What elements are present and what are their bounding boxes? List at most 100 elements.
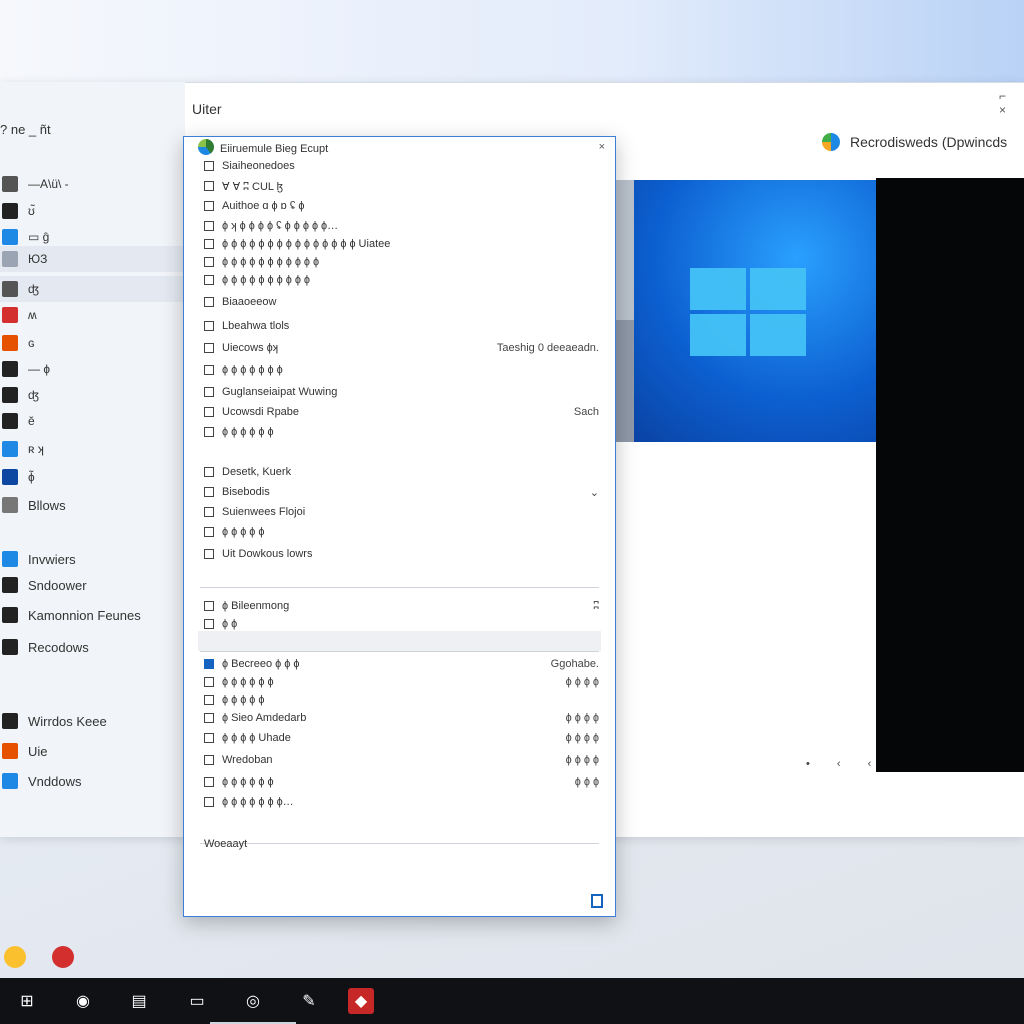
setting-row[interactable]: ɸ ɸ ɸ ɸ ɸ ɸ ɸ (204, 361, 599, 379)
sidebar-item[interactable]: ЮЗ (0, 246, 185, 272)
feature-row[interactable]: ɸ ɸ ɸ ɸ ɸ (204, 691, 599, 709)
dialog-close-button[interactable]: × (599, 141, 605, 153)
setting-row[interactable]: Guglanseiaipat Wuwing (204, 383, 599, 401)
feature-label: ɸ ɸ ɸ ɸ ɸ ɸ (222, 676, 274, 688)
checkbox[interactable] (204, 755, 214, 765)
checkbox[interactable] (204, 677, 214, 687)
setting-row[interactable]: ɸ ɸ ɸ ɸ ɸ ɸ ɸ ɸ ɸ ɸ ɸ ɸ ɸ ɸ ɸ Uiatee (204, 235, 599, 253)
feature-label: Wredoban (222, 754, 273, 766)
taskbar-mail-icon[interactable]: ▭ (184, 988, 210, 1014)
setting-row[interactable]: Biaaoeeow (204, 293, 599, 311)
sidebar-item-label: Invwiers (28, 551, 76, 567)
checkbox[interactable] (204, 387, 214, 397)
checkbox[interactable] (204, 407, 214, 417)
sidebar-item-label: ʤ (28, 282, 39, 296)
dialog-title: Eiiruemule Bieg Ecupt (220, 143, 329, 155)
taskbar-pen-icon[interactable]: ✎ (296, 988, 322, 1014)
sidebar-item[interactable]: —A\ü\ - (0, 171, 185, 197)
feature-row[interactable]: ɸ ɸ ɸ ɸ ɸ ɸɸ ɸ ɸ ɸ (204, 673, 599, 691)
checkbox[interactable] (204, 467, 214, 477)
setting-row[interactable]: Auithoe ɑ ɸ ɒ ʢ ɸ (204, 197, 599, 215)
feature-row[interactable]: ɸ ɸ ɸ ɸ ɸ ɸɸ ɸ ɸ (204, 773, 599, 791)
sidebar-item[interactable]: Recodows (0, 634, 185, 660)
checkbox[interactable] (204, 695, 214, 705)
checkbox[interactable] (204, 321, 214, 331)
setting-row[interactable]: Ucowsdi Rpabe Sach (204, 403, 599, 421)
tray-app-icon[interactable] (52, 946, 74, 968)
checkbox[interactable] (204, 713, 214, 723)
sidebar-item-label: — ɸ (28, 362, 50, 376)
sidebar-item[interactable]: Bllows (0, 492, 185, 518)
setting-row[interactable]: Siaiheonedoes (204, 157, 599, 175)
sidebar-item[interactable]: Wirrdos Keee (0, 708, 185, 734)
taskbar-file-explorer-icon[interactable]: ▤ (126, 988, 152, 1014)
sidebar-item[interactable]: — ɸ (0, 356, 185, 382)
feature-row[interactable]: ɸ Becreeo ɸ ɸ ɸ Ggohabe. (204, 655, 599, 673)
sidebar-item-label: ʀ ʞ (28, 442, 44, 456)
close-button[interactable]: × (999, 103, 1006, 117)
setting-row[interactable]: Ɐ Ɐ ʭ CUL ɮ (204, 177, 599, 195)
checkbox[interactable] (204, 257, 214, 267)
setting-row[interactable]: Desetk, Kuerk (204, 463, 599, 481)
setting-row[interactable]: ɸ ɸ ɸ ɸ ɸ ɸ ɸ ɸ ɸ ɸ ɸ (204, 253, 599, 271)
tray-app-icon[interactable] (4, 946, 26, 968)
sidebar-item[interactable]: ɸ̃ (0, 464, 185, 490)
setting-row[interactable]: ɸ ɸ ɸ ɸ ɸ (204, 523, 599, 541)
taskbar-store-icon[interactable]: ◎ (210, 988, 296, 1024)
setting-row[interactable]: Bisebodis ⌄ (204, 483, 599, 501)
checkbox[interactable] (204, 239, 214, 249)
dialog-corner-icon[interactable] (591, 894, 603, 908)
sidebar-item[interactable]: ʤ (0, 382, 185, 408)
taskbar-edge-icon[interactable]: ◉ (70, 988, 96, 1014)
sidebar-item[interactable]: Vnddows (0, 768, 185, 794)
feature-row[interactable]: ɸ ɸ ɸ ɸ ɸ ɸ ɸ… (204, 793, 599, 811)
checkbox[interactable] (204, 201, 214, 211)
checkbox[interactable] (204, 343, 214, 353)
sidebar-item[interactable]: Invwiers (0, 546, 185, 572)
checkbox[interactable] (204, 777, 214, 787)
setting-row[interactable]: Uit Dowkous lowrs (204, 545, 599, 563)
setting-row[interactable]: Uiecows ɸʞ Taeshig 0 deeaeadn. (204, 339, 599, 357)
setting-row[interactable]: Lbeahwa tlols (204, 317, 599, 335)
checkbox[interactable] (204, 181, 214, 191)
sidebar-item[interactable]: Sndoower (0, 572, 185, 598)
sidebar-item[interactable]: ĕ (0, 408, 185, 434)
taskbar-app-red-icon[interactable]: ◆ (348, 988, 374, 1014)
window-controls[interactable]: ⌐ × (999, 89, 1006, 117)
feature-row[interactable]: ɸ ɸ ɸ ɸ Uhade ɸ ɸ ɸ ɸ (204, 729, 599, 747)
sidebar-item[interactable]: ɢ (0, 330, 185, 356)
sidebar-item[interactable]: ʊ̃ (0, 198, 185, 224)
maximize-button[interactable]: ⌐ (999, 89, 1006, 103)
feature-row[interactable]: ɸ Sieo Amdedarb ɸ ɸ ɸ ɸ (204, 709, 599, 727)
setting-row[interactable]: ɸ ɸ ɸ ɸ ɸ ɸ (204, 423, 599, 441)
sidebar-item[interactable]: ʍ (0, 302, 185, 328)
checkbox[interactable] (204, 297, 214, 307)
checkbox[interactable] (204, 221, 214, 231)
sidebar-item[interactable]: Uie (0, 738, 185, 764)
checkbox[interactable] (204, 619, 214, 629)
checkbox[interactable] (204, 427, 214, 437)
preview-pager[interactable]: • ‹ ‹ (806, 758, 883, 770)
checkbox[interactable] (204, 507, 214, 517)
checkbox[interactable] (204, 549, 214, 559)
checkbox[interactable] (204, 797, 214, 807)
checkbox[interactable] (204, 487, 214, 497)
sidebar-item[interactable]: ʀ ʞ (0, 436, 185, 462)
checkbox[interactable] (204, 659, 214, 669)
sidebar-item[interactable]: Kamonnion Feunes (0, 602, 185, 628)
checkbox[interactable] (204, 161, 214, 171)
sidebar-item[interactable]: ʤ (0, 276, 185, 302)
taskbar-start-icon[interactable]: ⊞ (14, 988, 40, 1014)
setting-row[interactable]: Suienwees Flojoi (204, 503, 599, 521)
checkbox[interactable] (204, 365, 214, 375)
checkbox[interactable] (204, 733, 214, 743)
option-row[interactable]: ɸ Bileenmong ʭ (204, 597, 599, 615)
checkbox[interactable] (204, 275, 214, 285)
checkbox[interactable] (204, 527, 214, 537)
feature-row[interactable]: Wredoban ɸ ɸ ɸ ɸ (204, 751, 599, 769)
desktop-wallpaper (0, 0, 1024, 90)
checkbox[interactable] (204, 601, 214, 611)
brand-logo-icon (822, 133, 840, 151)
setting-row[interactable]: ɸ ʞ ɸ ɸ ɸ ɸ ʢ ɸ ɸ ɸ ɸ ɸ… (204, 217, 599, 235)
setting-row[interactable]: ɸ ɸ ɸ ɸ ɸ ɸ ɸ ɸ ɸ ɸ (204, 271, 599, 289)
